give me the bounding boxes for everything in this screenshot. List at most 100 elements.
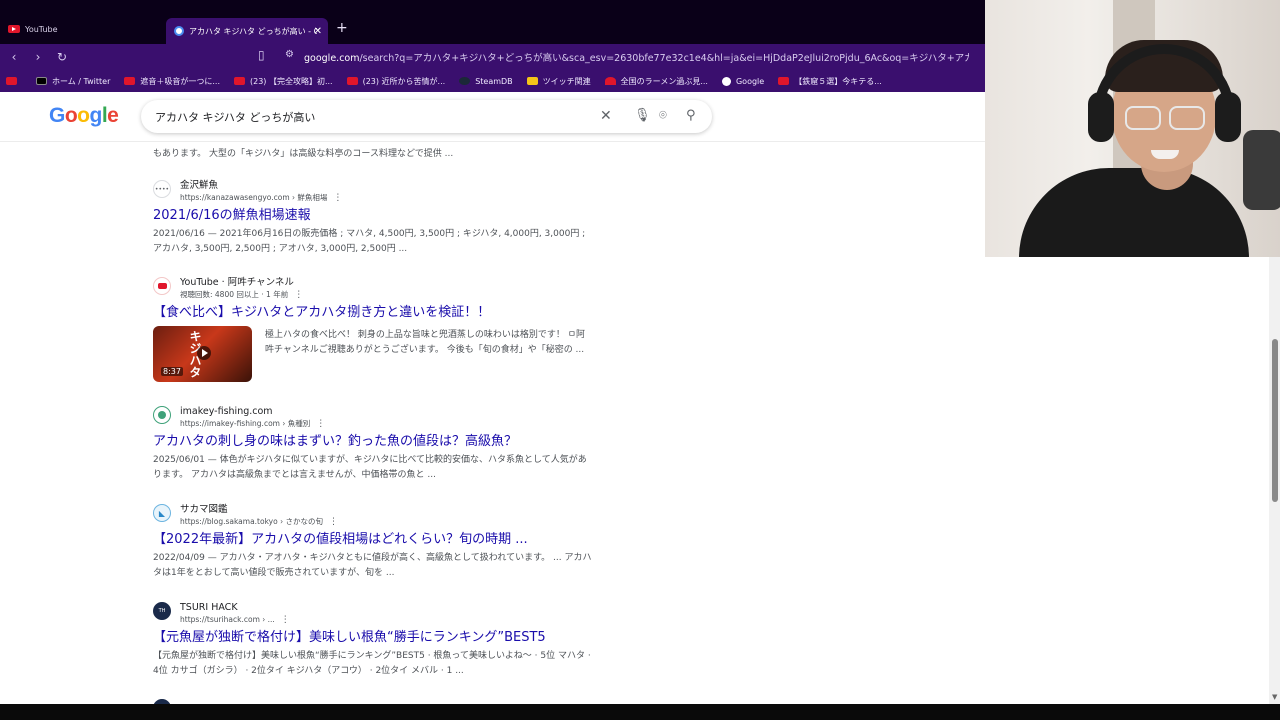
webcam-overlay bbox=[985, 0, 1280, 257]
result-source[interactable]: TH TSURI HACK https://tsurihack.com › ..… bbox=[153, 601, 593, 627]
bookmark-item[interactable]: (23) 近所から苦情が... bbox=[346, 76, 446, 87]
site-favicon bbox=[153, 406, 171, 424]
result-description: 【元魚屋が独断で格付け】美味しい根魚“勝手にランキング”BEST5 · 根魚って… bbox=[153, 651, 591, 676]
more-options-icon[interactable]: ⋮ bbox=[281, 615, 290, 625]
bookmark-item[interactable]: Google bbox=[721, 76, 764, 86]
result-source[interactable]: ◣ サカマ図鑑 https://blog.sakama.tokyo › さかなの… bbox=[153, 503, 593, 529]
result-title-link[interactable]: 【元魚屋が独断で格付け】美味しい根魚“勝手にランキング”BEST5 bbox=[153, 629, 593, 647]
site-name: サカマ図鑑 bbox=[180, 504, 228, 515]
scrollbar-thumb[interactable] bbox=[1272, 339, 1278, 502]
more-options-icon[interactable]: ⋮ bbox=[316, 419, 325, 429]
result-description: 極上ハタの食べ比べ！ 刺身の上品な旨味と兜酒蒸しの味わいは格別です！ ㅁ阿吽チャ… bbox=[265, 330, 586, 355]
fish-icon: ◣ bbox=[153, 504, 171, 522]
tab-youtube[interactable]: YouTube bbox=[8, 17, 158, 41]
reload-icon[interactable]: ↻ bbox=[52, 50, 72, 64]
search-icon[interactable]: ⚲ bbox=[686, 108, 696, 123]
result-title-link[interactable]: 2021/6/16の鮮魚相場速報 bbox=[153, 207, 593, 225]
youtube-icon bbox=[8, 25, 20, 33]
bookmark-label: (23) 【完全攻略】初... bbox=[250, 76, 333, 86]
address-bar[interactable]: google.com/search?q=アカハタ+キジハタ+どっちが高い&sca… bbox=[304, 50, 969, 64]
scroll-down-icon[interactable]: ▼ bbox=[1272, 693, 1277, 701]
video-duration: 8:37 bbox=[161, 367, 183, 376]
site-name: TSURI HACK bbox=[180, 602, 238, 613]
url-domain: google.com bbox=[304, 53, 360, 64]
x-icon bbox=[36, 77, 47, 85]
search-result: ◣ サカマ図鑑 https://blog.sakama.tokyo › さかなの… bbox=[153, 503, 593, 581]
url-path: /search?q=アカハタ+キジハタ+どっちが高い&sca_esv=2630b… bbox=[359, 53, 969, 64]
more-options-icon[interactable]: ⋮ bbox=[294, 290, 303, 300]
site-url: https://imakey-fishing.com › 魚種別 ⋮ bbox=[180, 419, 326, 429]
youtube-icon bbox=[6, 77, 17, 85]
bookmark-item[interactable]: 全国のラーメン過ぶ見... bbox=[604, 76, 708, 87]
microphone-icon[interactable]: 🎙︎ bbox=[634, 108, 651, 123]
search-result: •••• 金沢鮮魚 https://kanazawasengyo.com › 鮮… bbox=[153, 179, 593, 257]
site-favicon: TH bbox=[153, 602, 171, 620]
result-source[interactable]: imakey-fishing.com https://imakey-fishin… bbox=[153, 405, 593, 431]
tab-google-search[interactable]: アカハタ キジハタ どっちが高い - Goo ✕ bbox=[166, 18, 328, 44]
clear-icon[interactable]: ✕ bbox=[600, 108, 612, 124]
bookmark-item[interactable]: 【鉄窟５選】今キテる... bbox=[778, 76, 882, 87]
google-icon bbox=[174, 26, 184, 36]
youtube-icon bbox=[234, 77, 245, 85]
bookmark-folder[interactable]: ツイッチ関連 bbox=[526, 76, 591, 87]
folder-icon bbox=[526, 77, 538, 85]
result-snippet: もあります。 大型の「キジハタ」は高級な料亭のコース料理などで提供 ... bbox=[153, 149, 454, 159]
result-title-link[interactable]: 【食べ比べ】キジハタとアカハタ捌き方と違いを検証！！ bbox=[153, 304, 593, 322]
bookmark-label: 全国のラーメン過ぶ見... bbox=[620, 76, 708, 86]
site-url: https://kanazawasengyo.com › 鮮魚相場 ⋮ bbox=[180, 193, 343, 203]
tab-bar: YouTube アカハタ キジハタ どっちが高い - Goo ✕ + bbox=[0, 0, 985, 44]
search-result: imakey-fishing.com https://imakey-fishin… bbox=[153, 405, 593, 483]
taskbar-strip bbox=[0, 704, 1280, 720]
bookmark-label: (23) 近所から苦情が... bbox=[362, 76, 446, 86]
result-source[interactable]: YouTube · 阿吽チャンネル 視聴回数: 4800 回以上 · 1 年前 ⋮ bbox=[153, 276, 593, 302]
google-logo[interactable]: Google bbox=[49, 104, 119, 128]
bookmark-item[interactable]: (23) 【完全攻略】初... bbox=[234, 76, 333, 87]
bookmark-item[interactable]: ホーム / Twitter bbox=[36, 76, 110, 87]
result-title-link[interactable]: アカハタの刺し身の味はまずい？釣った魚の値段は？高級魚？ bbox=[153, 433, 593, 451]
video-preview: キジハタ 8:37 極上ハタの食べ比べ！ 刺身の上品な旨味と兜酒蒸しの味わいは格… bbox=[153, 326, 593, 382]
search-result: YouTube · 阿吽チャンネル 視聴回数: 4800 回以上 · 1 年前 ⋮… bbox=[153, 276, 593, 382]
search-box[interactable]: アカハタ キジハタ どっちが高い ✕ 🎙︎ ⌾ ⚲ bbox=[141, 100, 712, 133]
bookmark-label: SteamDB bbox=[475, 76, 513, 86]
bookmark-icon[interactable]: ▯ bbox=[258, 48, 265, 62]
youtube-icon bbox=[346, 77, 358, 85]
close-icon[interactable]: ✕ bbox=[314, 26, 322, 37]
video-thumbnail[interactable]: キジハタ 8:37 bbox=[153, 326, 252, 382]
tab-label: YouTube bbox=[25, 24, 58, 34]
result-title-link[interactable]: 【2022年最新】アカハタの値段相場はどれくらい？旬の時期 ... bbox=[153, 531, 593, 549]
chair bbox=[1243, 130, 1280, 210]
result-description: 2025/06/01 — 体色がキジハタに似ていますが、キジハタに比べて比較的安… bbox=[153, 455, 587, 480]
site-info-icon[interactable]: ⚙ bbox=[285, 49, 294, 60]
video-meta: 視聴回数: 4800 回以上 · 1 年前 ⋮ bbox=[180, 290, 304, 300]
more-options-icon[interactable]: ⋮ bbox=[329, 517, 338, 527]
site-url: https://tsurihack.com › ... ⋮ bbox=[180, 615, 290, 625]
result-description: 2022/04/09 — アカハタ・アオハタ・キジハタともに値段が高く、高級魚と… bbox=[153, 553, 592, 578]
site-name: 金沢鮮魚 bbox=[180, 180, 219, 191]
forward-icon[interactable]: › bbox=[28, 50, 48, 64]
site-url: https://blog.sakama.tokyo › さかなの旬 ⋮ bbox=[180, 517, 338, 527]
result-description: 2021/06/16 — 2021年06月16日の販売価格 ; マハタ, 4,5… bbox=[153, 229, 586, 254]
tab-label: アカハタ キジハタ どっちが高い - Goo bbox=[189, 26, 317, 36]
new-tab-button[interactable]: + bbox=[336, 20, 348, 36]
result-source[interactable]: •••• 金沢鮮魚 https://kanazawasengyo.com › 鮮… bbox=[153, 179, 593, 205]
lens-icon[interactable]: ⌾ bbox=[659, 108, 667, 123]
bookmark-favicon bbox=[604, 77, 616, 85]
bookmark-item[interactable]: 遮音＋吸音が一つに... bbox=[124, 76, 220, 87]
back-icon[interactable]: ‹ bbox=[4, 50, 24, 64]
site-name: imakey-fishing.com bbox=[180, 406, 273, 417]
bookmark-label: 【鉄窟５選】今キテる... bbox=[794, 76, 882, 86]
more-options-icon[interactable]: ⋮ bbox=[333, 193, 342, 203]
site-favicon: •••• bbox=[153, 180, 171, 198]
headphone-earcup bbox=[1088, 92, 1114, 142]
bookmark-item[interactable] bbox=[6, 77, 22, 85]
search-results: もあります。 大型の「キジハタ」は高級な料亭のコース料理などで提供 ... ••… bbox=[0, 142, 985, 704]
person-shirt bbox=[1019, 168, 1249, 257]
search-input[interactable]: アカハタ キジハタ どっちが高い bbox=[155, 109, 315, 125]
youtube-icon bbox=[778, 77, 790, 85]
bookmark-favicon bbox=[124, 77, 136, 85]
google-header: Google アカハタ キジハタ どっちが高い ✕ 🎙︎ ⌾ ⚲ bbox=[0, 92, 985, 142]
bookmark-label: ホーム / Twitter bbox=[52, 76, 111, 86]
headphone-earcup bbox=[1215, 92, 1241, 142]
page-scrollbar[interactable] bbox=[1269, 257, 1280, 704]
bookmark-item[interactable]: SteamDB bbox=[459, 76, 513, 86]
